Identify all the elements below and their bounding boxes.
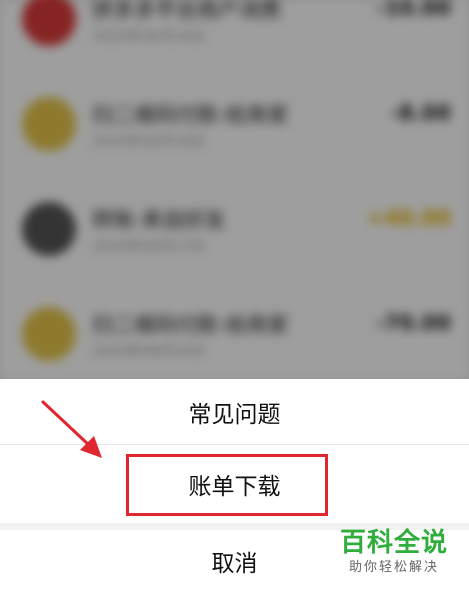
watermark-logo: 百科全说 助你轻松解决 [331, 527, 457, 585]
arrow-icon [41, 400, 102, 458]
highlight-box [126, 454, 328, 516]
screen: 拼多多平台商户消费 2020年06月19日 -10.00 扫二维码付款-给商家 … [0, 0, 469, 591]
watermark-subtitle: 助你轻松解决 [348, 560, 439, 575]
watermark-title: 百科全说 [339, 528, 448, 558]
